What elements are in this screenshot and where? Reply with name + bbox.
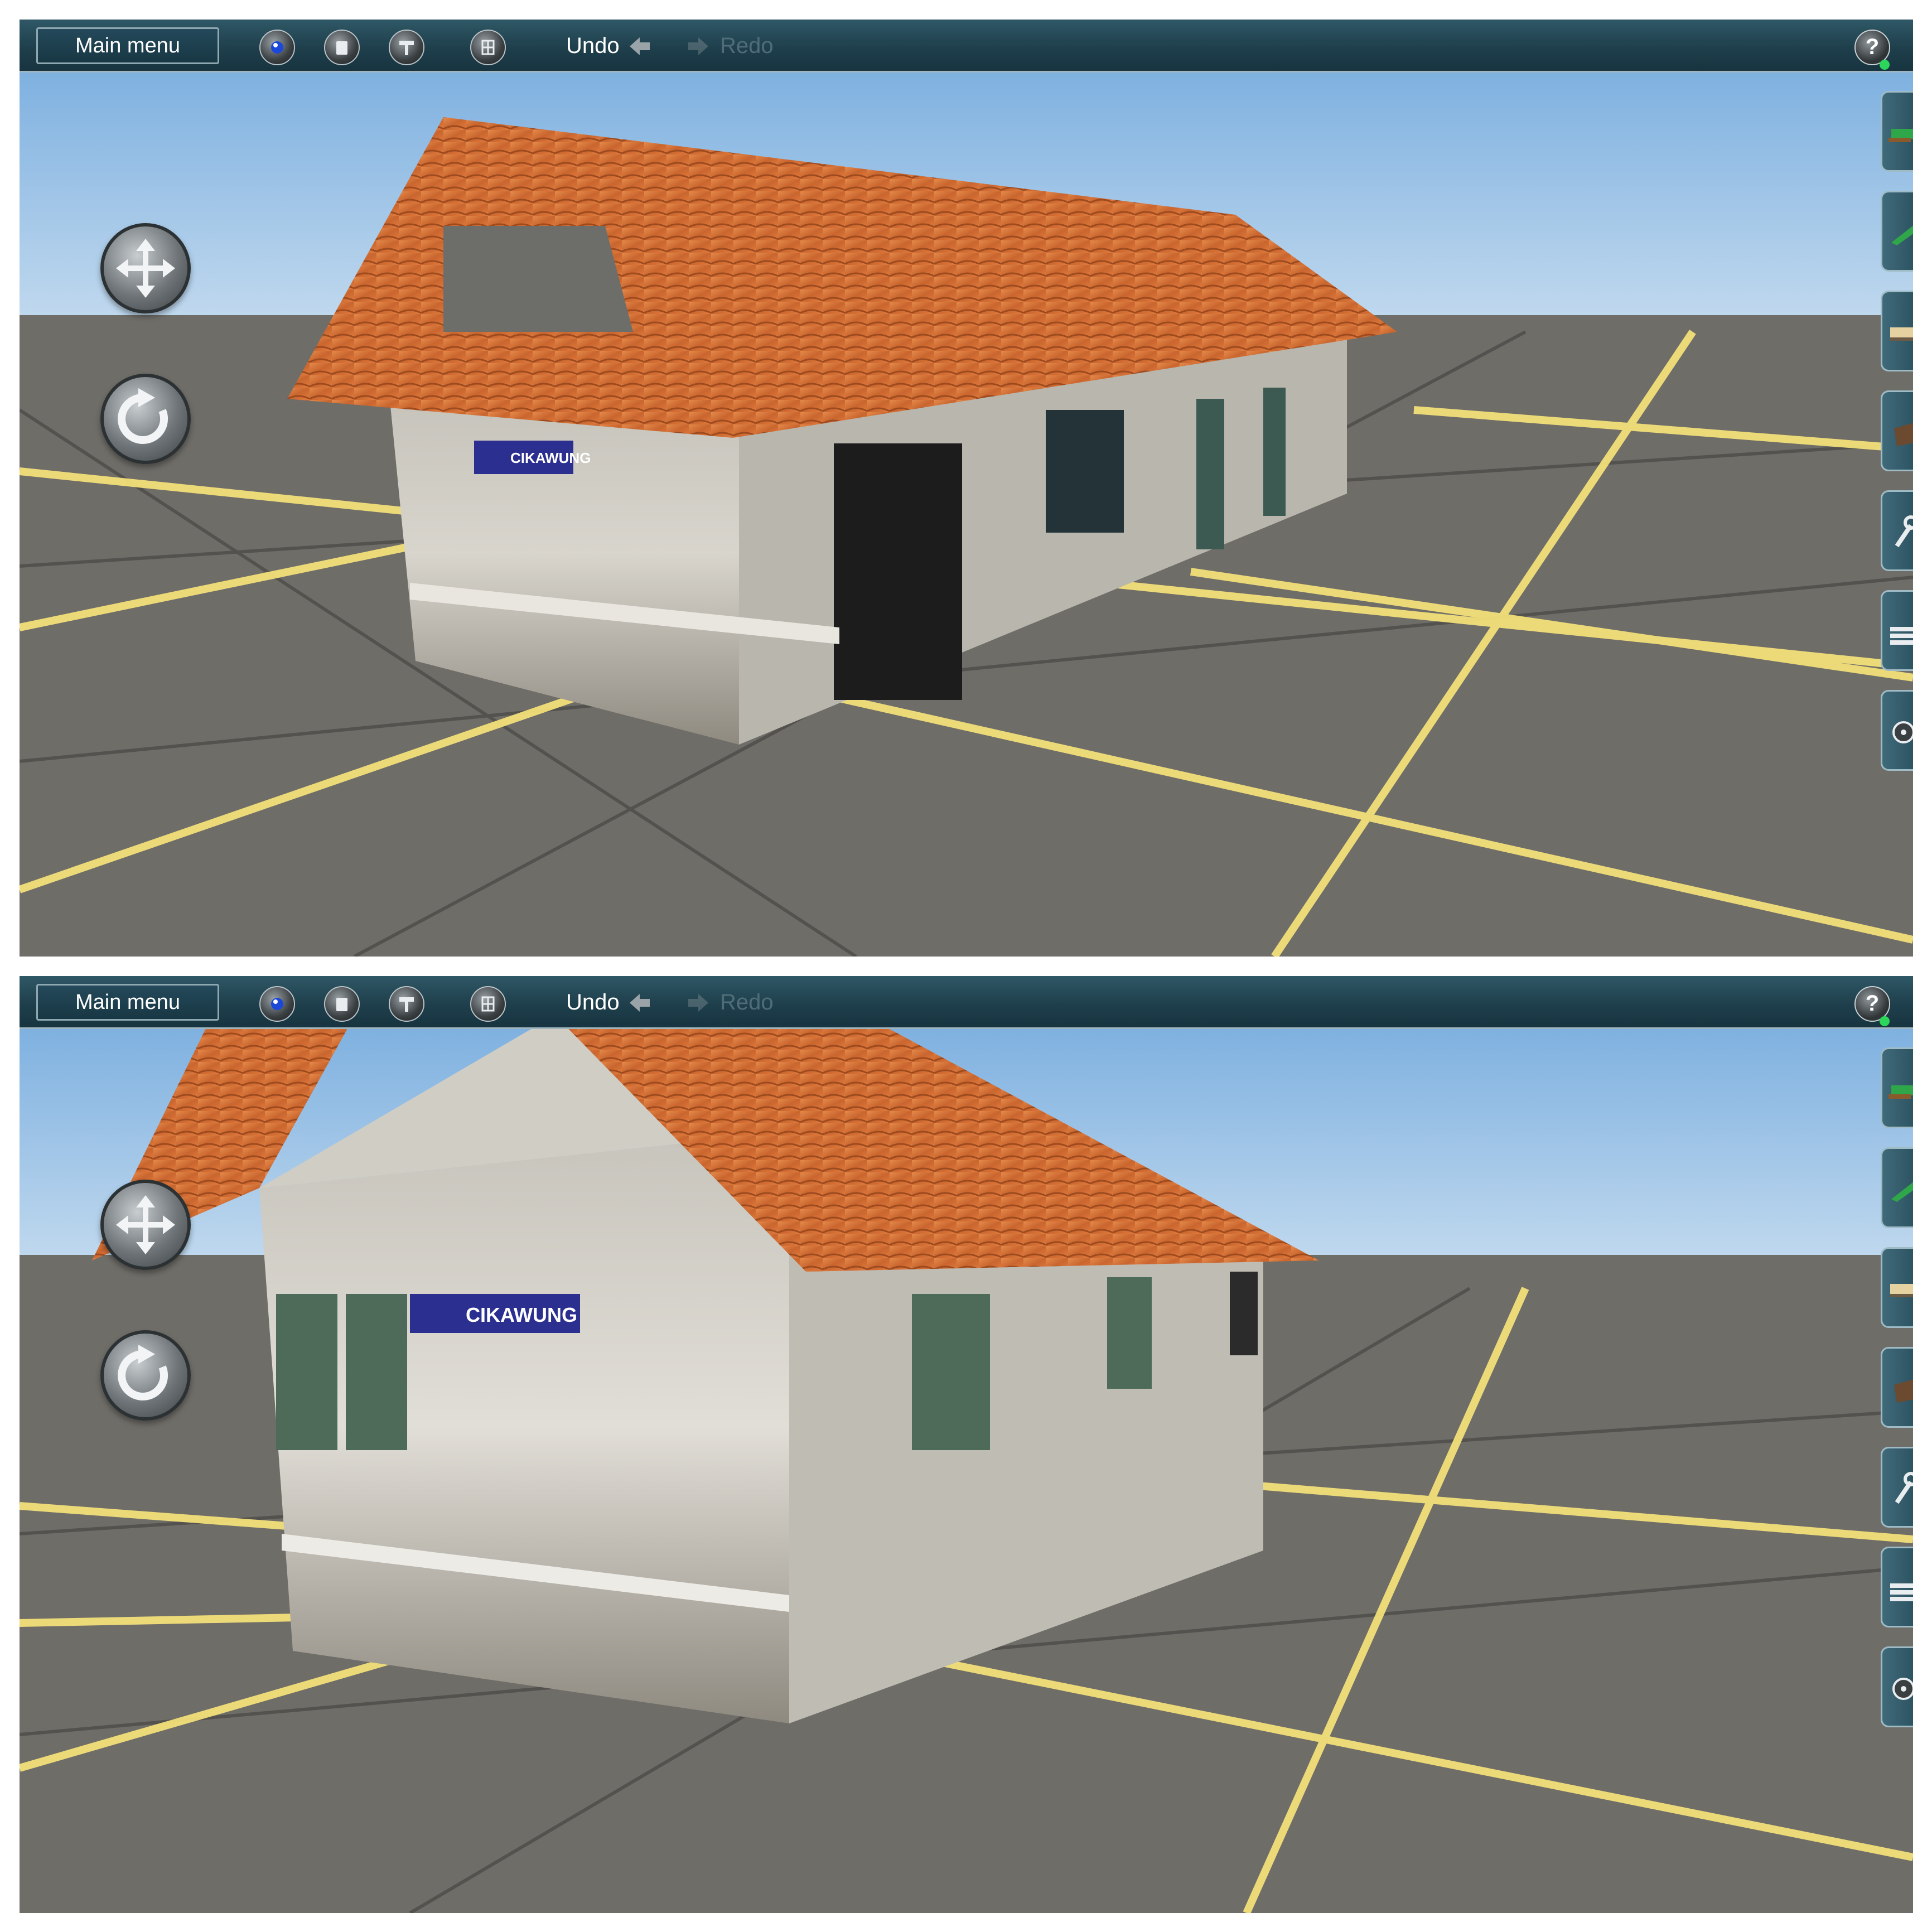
side-tab-tools[interactable] [1881, 1447, 1913, 1528]
layers-icon [1890, 1583, 1913, 1601]
layers-icon [1890, 627, 1913, 645]
hammer-icon[interactable] [389, 30, 424, 65]
crate-icon [1894, 423, 1913, 446]
wheel-icon [1892, 1678, 1913, 1700]
side-tab-track[interactable] [1881, 1147, 1913, 1228]
move-arrows-icon [116, 1195, 175, 1254]
track-icon [1891, 1182, 1913, 1202]
side-tab-wagon[interactable] [1881, 291, 1913, 371]
side-tab-tools[interactable] [1881, 490, 1913, 571]
viewport-top[interactable]: CIKAWUNG Main menu Undo Redo ? [20, 20, 1913, 957]
globe-icon[interactable] [259, 986, 295, 1022]
track-icon [1891, 225, 1913, 245]
wrench-icon [1895, 1472, 1913, 1504]
globe-icon[interactable] [259, 30, 295, 65]
grid-icon[interactable] [470, 986, 506, 1022]
side-tab-locomotive[interactable] [1881, 1047, 1913, 1128]
wagon-icon [1890, 327, 1913, 341]
redo-arrow-icon[interactable] [686, 34, 711, 59]
undo-arrow-icon[interactable] [627, 34, 652, 59]
move-camera-button[interactable] [100, 223, 191, 313]
status-dot [1880, 1016, 1890, 1026]
redo-button[interactable]: Redo [720, 27, 774, 64]
crate-icon [1894, 1379, 1913, 1403]
rotate-icon [118, 388, 168, 444]
side-tab-wagon[interactable] [1881, 1247, 1913, 1328]
redo-button[interactable]: Redo [720, 984, 774, 1021]
trash-icon[interactable] [324, 30, 360, 65]
main-menu-button[interactable]: Main menu [36, 984, 219, 1021]
status-dot [1880, 60, 1890, 70]
scene-bottom[interactable]: CIKAWUNG [20, 976, 1913, 1913]
toolbar-top: Main menu Undo Redo ? [20, 20, 1913, 73]
side-tab-track[interactable] [1881, 191, 1913, 272]
main-menu-button[interactable]: Main menu [36, 27, 219, 64]
scene-top[interactable]: CIKAWUNG [20, 20, 1913, 957]
viewport-bottom[interactable]: CIKAWUNG Main menu Undo Redo ? [20, 976, 1913, 1913]
station-sign-top: CIKAWUNG [510, 450, 591, 466]
move-camera-button[interactable] [100, 1180, 191, 1270]
undo-arrow-icon[interactable] [627, 991, 652, 1015]
side-tab-crate[interactable] [1881, 1347, 1913, 1428]
hammer-icon[interactable] [389, 986, 424, 1022]
redo-arrow-icon[interactable] [686, 991, 711, 1015]
move-arrows-icon [116, 239, 175, 298]
rotate-icon [118, 1345, 168, 1400]
side-tab-layers[interactable] [1881, 1547, 1913, 1627]
station-sign-bottom: CIKAWUNG [466, 1303, 577, 1326]
grid-icon[interactable] [470, 30, 506, 65]
rotate-camera-button[interactable] [100, 1330, 191, 1421]
side-tab-layers[interactable] [1881, 590, 1913, 671]
rotate-camera-button[interactable] [100, 374, 191, 464]
undo-button[interactable]: Undo [566, 27, 620, 64]
undo-button[interactable]: Undo [566, 984, 620, 1021]
wrench-icon [1895, 515, 1913, 548]
wheel-icon [1892, 721, 1913, 743]
trash-icon[interactable] [324, 986, 360, 1022]
side-tab-locomotive[interactable] [1881, 91, 1913, 172]
side-tab-wheel[interactable] [1881, 1646, 1913, 1727]
locomotive-icon [1888, 1085, 1913, 1099]
toolbar-bottom: Main menu Undo Redo ? [20, 976, 1913, 1029]
side-tab-crate[interactable] [1881, 390, 1913, 471]
locomotive-icon [1888, 129, 1913, 142]
side-tab-wheel[interactable] [1881, 690, 1913, 771]
wagon-icon [1890, 1284, 1913, 1297]
